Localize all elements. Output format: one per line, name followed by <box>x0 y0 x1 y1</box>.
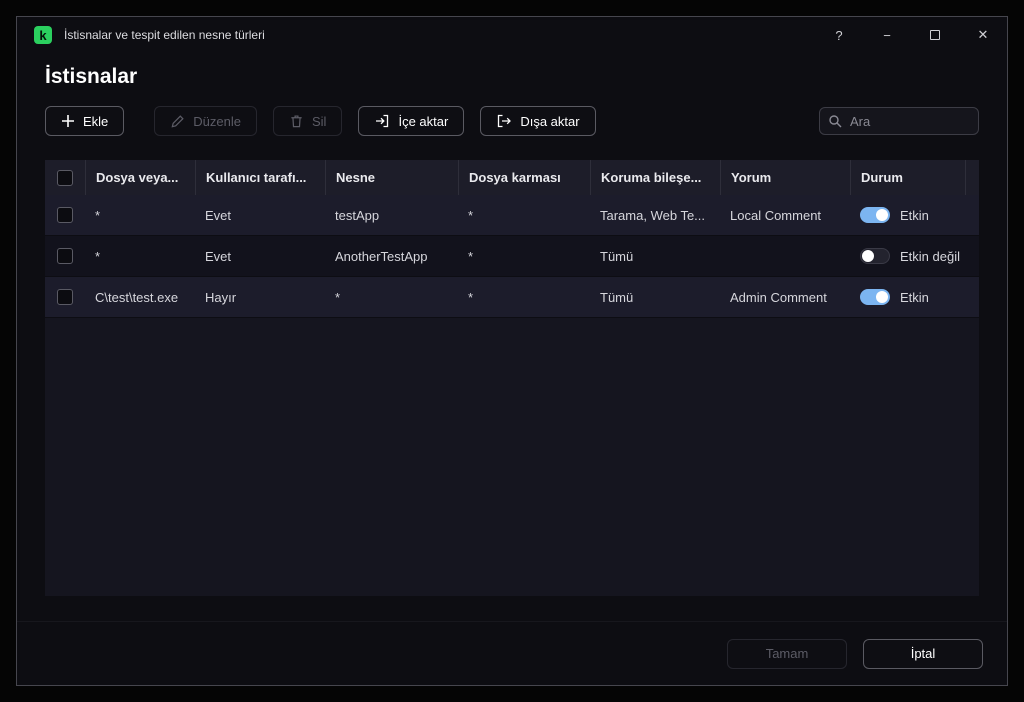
window-title: İstisnalar ve tespit edilen nesne türler… <box>64 28 265 42</box>
column-header[interactable]: Koruma bileşe... <box>590 160 720 195</box>
edit-button[interactable]: Düzenle <box>154 106 257 136</box>
cell-status: Etkin <box>850 207 965 223</box>
column-header[interactable]: Dosya veya... <box>85 160 195 195</box>
status-label: Etkin değil <box>900 248 960 264</box>
export-button-label: Dışa aktar <box>520 113 580 129</box>
status-label: Etkin <box>900 289 929 305</box>
row-checkbox[interactable] <box>57 248 73 264</box>
import-button-label: İçe aktar <box>398 113 449 129</box>
row-checkbox[interactable] <box>57 207 73 223</box>
status-label: Etkin <box>900 207 929 223</box>
cell-user-defined: Evet <box>205 248 232 264</box>
cell-status: Etkin <box>850 289 965 305</box>
select-all-checkbox[interactable] <box>57 169 73 186</box>
cell-file-or-folder: C\test\test.exe <box>95 289 179 305</box>
select-all-cell <box>45 160 85 195</box>
cell-protection-component: Tarama, Web Te... <box>600 207 706 223</box>
export-icon <box>498 114 512 128</box>
window-controls: ? − ✕ <box>815 17 1007 53</box>
search-box <box>819 107 979 135</box>
column-header[interactable]: Yorum <box>720 160 850 195</box>
table-header-row: Dosya veya... Kullanıcı tarafı... Nesne Dos… <box>45 160 979 195</box>
search-input[interactable] <box>819 107 979 135</box>
cell-user-defined: Hayır <box>205 289 237 305</box>
cell-comment: Local Comment <box>730 207 822 223</box>
status-toggle[interactable] <box>860 289 890 305</box>
cell-object: testApp <box>335 207 380 223</box>
table-body: * Evet testApp * Tarama, Web Te... Local… <box>45 195 979 596</box>
footer: Tamam İptal <box>17 621 1007 685</box>
column-header[interactable]: Durum <box>850 160 965 195</box>
add-button-label: Ekle <box>83 113 109 129</box>
maximize-icon <box>930 30 940 40</box>
toolbar: Ekle Düzenle Sil İçe aktar Dışa aktar <box>45 106 979 136</box>
cell-object: * <box>335 289 341 305</box>
column-header[interactable]: Dosya karması <box>458 160 590 195</box>
column-header[interactable]: Kullanıcı tarafı... <box>195 160 325 195</box>
delete-button-label: Sil <box>312 113 327 129</box>
edit-button-label: Düzenle <box>193 113 241 129</box>
row-checkbox-cell <box>45 248 85 264</box>
help-button[interactable]: ? <box>815 17 863 53</box>
plus-icon <box>62 115 74 127</box>
header-gutter <box>965 160 979 195</box>
table-row[interactable]: C\test\test.exe Hayır * * Tümü Admin Com… <box>45 277 979 318</box>
table-row[interactable]: * Evet testApp * Tarama, Web Te... Local… <box>45 195 979 236</box>
add-button[interactable]: Ekle <box>45 106 125 136</box>
cell-file-hash: * <box>468 248 474 264</box>
titlebar: k İstisnalar ve tespit edilen nesne türl… <box>17 17 1007 53</box>
import-button[interactable]: İçe aktar <box>358 106 465 136</box>
row-checkbox-cell <box>45 289 85 305</box>
close-button[interactable]: ✕ <box>959 17 1007 53</box>
exclusions-table: Dosya veya... Kullanıcı tarafı... Nesne Dos… <box>45 160 979 596</box>
row-checkbox[interactable] <box>57 289 73 305</box>
status-toggle[interactable] <box>860 207 890 223</box>
maximize-button[interactable] <box>911 17 959 53</box>
ok-button[interactable]: Tamam <box>727 638 847 669</box>
cell-file-or-folder: * <box>95 248 101 264</box>
delete-button[interactable]: Sil <box>273 106 343 136</box>
cell-comment: Admin Comment <box>730 289 827 305</box>
minimize-button[interactable]: − <box>863 17 911 53</box>
column-header[interactable]: Nesne <box>325 160 458 195</box>
export-button[interactable]: Dışa aktar <box>480 106 596 136</box>
row-checkbox-cell <box>45 207 85 223</box>
cell-user-defined: Evet <box>205 207 232 223</box>
cell-protection-component: Tümü <box>600 289 634 305</box>
status-toggle[interactable] <box>860 248 890 264</box>
cell-object: AnotherTestApp <box>335 248 428 264</box>
table-row[interactable]: * Evet AnotherTestApp * Tümü Etkin değil <box>45 236 979 277</box>
page-title: İstisnalar <box>45 65 138 88</box>
cancel-button[interactable]: İptal <box>863 638 983 669</box>
app-window: k İstisnalar ve tespit edilen nesne türl… <box>16 16 1008 686</box>
cell-file-hash: * <box>468 289 474 305</box>
cell-protection-component: Tümü <box>600 248 634 264</box>
kaspersky-logo-icon: k <box>34 26 52 44</box>
cell-file-hash: * <box>468 207 474 223</box>
trash-icon <box>291 114 302 127</box>
pencil-icon <box>171 114 185 127</box>
cell-file-or-folder: * <box>95 207 101 223</box>
cell-status: Etkin değil <box>850 248 965 264</box>
content-area: İstisnalar Ekle Düzenle Sil İçe aktar Dı… <box>17 53 1007 621</box>
import-icon <box>376 114 389 128</box>
